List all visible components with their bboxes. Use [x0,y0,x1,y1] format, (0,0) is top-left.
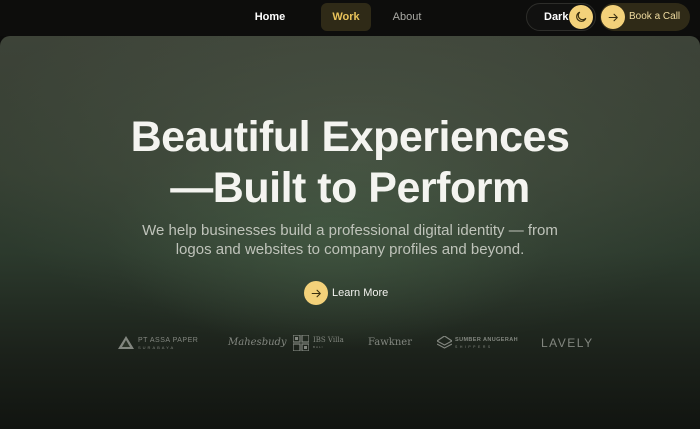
triangle-logo-icon [118,336,134,349]
client-logo-name: LAVELY [541,336,594,350]
client-logo-script: Mahesbudy [228,332,287,354]
client-logo-name: IBS Villa [313,336,344,344]
client-logo-sub: BALI [313,345,324,349]
arrow-right-icon [304,281,328,305]
client-logo-name: Mahesbudy [228,337,287,348]
wave-logo-icon [437,336,452,349]
learn-more-label: Learn More [332,287,389,299]
arrow-right-icon [601,5,625,29]
client-logo-fawkner: Fawkner [368,332,414,354]
client-logo-lavely: LAVELY [541,332,592,354]
nav-link-home[interactable]: Home [248,3,292,31]
hero-subtitle-line-2: logos and websites to company profiles a… [175,241,525,258]
client-logo-sub: SURABAYA [138,345,176,350]
hero-title: Beautiful Experiences —Built to Perform [0,112,700,214]
client-logo-ibs-villa: IBS Villa BALI [293,332,344,354]
learn-more-button[interactable]: Learn More [304,281,404,305]
book-call-button[interactable]: Book a Call [600,3,690,31]
hero-title-line-2: —Built to Perform [170,164,530,212]
nav-link-work[interactable]: Work [321,3,371,31]
grid-logo-icon [293,335,309,351]
client-logos: PT ASSA PAPER SURABAYA Mahesbudy IBS Vil… [0,332,700,354]
client-logo-name: PT ASSA PAPER [138,337,199,344]
client-logo-sumber-anugerah: SUMBER ANUGERAH SHIPPERS [437,332,519,354]
client-logo-sub: SHIPPERS [455,345,493,349]
theme-toggle[interactable]: Dark [526,3,596,31]
book-call-label: Book a Call [629,11,681,22]
moon-icon [569,5,593,29]
navbar: Home Work About Dark Book a Call [0,0,700,36]
hero-subtitle: We help businesses build a professional … [140,221,560,259]
theme-toggle-label: Dark [544,11,569,23]
nav-link-about[interactable]: About [386,3,428,31]
hero-section: Beautiful Experiences —Built to Perform … [0,36,700,429]
client-logo-assa-paper: PT ASSA PAPER SURABAYA [118,332,204,354]
client-logo-name: SUMBER ANUGERAH [455,337,518,343]
client-logo-name: Fawkner [368,337,412,348]
hero-subtitle-line-1: We help businesses build a professional … [142,222,558,239]
hero-title-line-1: Beautiful Experiences [130,113,570,161]
